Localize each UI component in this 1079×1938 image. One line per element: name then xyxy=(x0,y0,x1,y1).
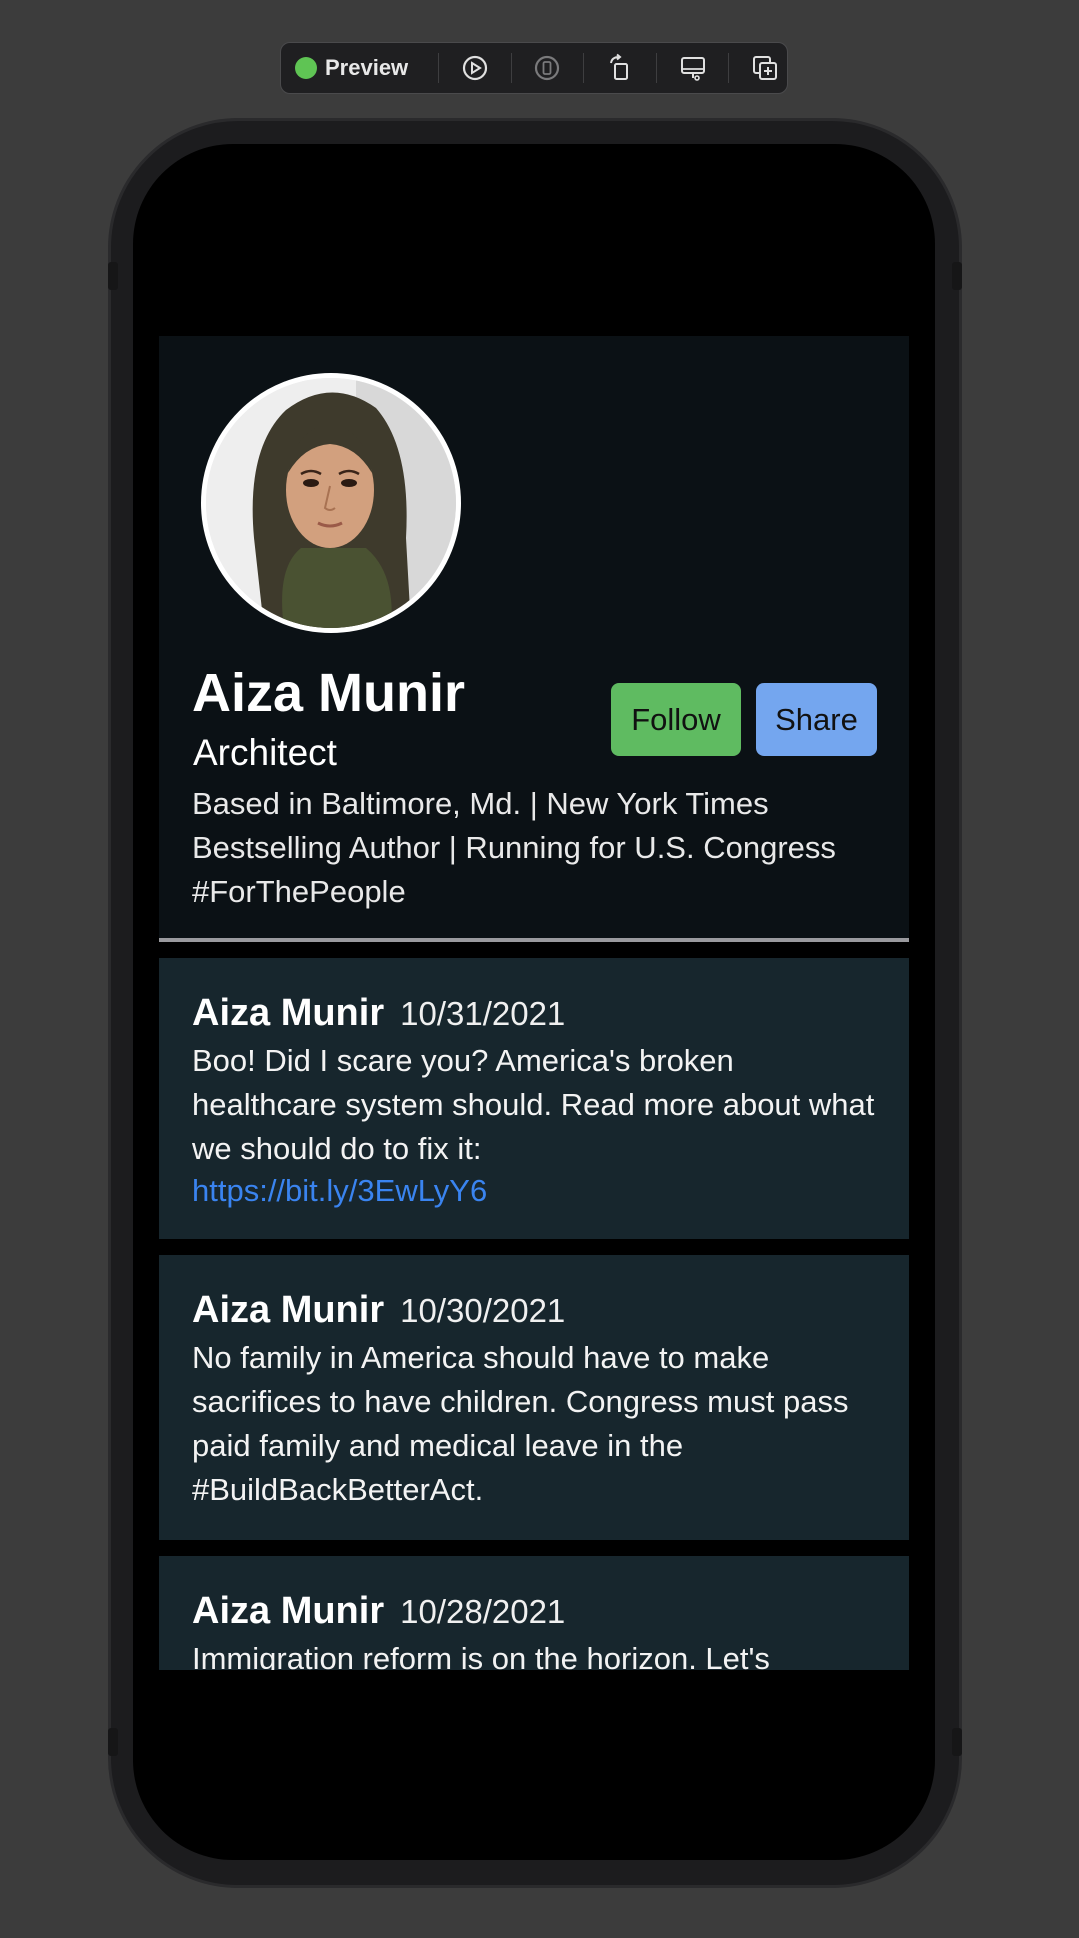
post-author: Aiza Munir xyxy=(192,992,385,1034)
avatar-photo xyxy=(206,378,456,628)
post-card[interactable]: Aiza Munir 10/30/2021 No family in Ameri… xyxy=(159,1255,909,1540)
profile-header: Aiza Munir Architect Based in Baltimore,… xyxy=(159,336,909,938)
play-icon xyxy=(462,55,487,81)
post-link[interactable]: https://bit.ly/3EwLyY6 xyxy=(192,1171,876,1211)
device-icon xyxy=(535,55,560,81)
device-button[interactable] xyxy=(526,48,570,88)
profile-bio: Based in Baltimore, Md. | New York Times… xyxy=(192,786,836,909)
post-header: Aiza Munir 10/31/2021 xyxy=(192,992,876,1035)
preview-status[interactable]: Preview xyxy=(295,55,424,81)
profile-app: Aiza Munir Architect Based in Baltimore,… xyxy=(159,336,909,1670)
post-author: Aiza Munir xyxy=(192,1590,385,1632)
preview-toolbar: Preview xyxy=(280,42,788,94)
post-body: Immigration reform is on the horizon. Le… xyxy=(192,1641,770,1670)
device-side-button-left-bottom xyxy=(108,1728,118,1756)
preview-label: Preview xyxy=(325,55,409,80)
profile-role: Architect xyxy=(193,732,337,773)
duplicate-icon xyxy=(753,56,778,80)
play-button[interactable] xyxy=(453,48,497,88)
live-status-dot xyxy=(295,57,317,79)
rotate-icon xyxy=(609,53,628,80)
follow-button[interactable]: Follow xyxy=(611,683,741,756)
post-body: Boo! Did I scare you? America's broken h… xyxy=(192,1043,875,1166)
display-settings-button[interactable] xyxy=(671,48,715,88)
device-side-button-right xyxy=(952,262,962,290)
toolbar-divider xyxy=(655,53,657,83)
device-screen: Aiza Munir Architect Based in Baltimore,… xyxy=(133,144,935,1860)
post-author: Aiza Munir xyxy=(192,1289,385,1331)
avatar xyxy=(201,373,461,633)
profile-name: Aiza Munir xyxy=(192,663,466,723)
toolbar-divider xyxy=(437,53,439,83)
duplicate-button[interactable] xyxy=(743,48,787,88)
display-settings-icon xyxy=(680,57,705,81)
rotate-button[interactable] xyxy=(598,48,642,88)
post-body: No family in America should have to make… xyxy=(192,1340,849,1507)
toolbar-divider xyxy=(510,53,512,83)
post-date: 10/30/2021 xyxy=(400,1292,566,1329)
toolbar-divider xyxy=(583,53,585,83)
device-side-button-right-bottom xyxy=(952,1728,962,1756)
post-date: 10/28/2021 xyxy=(400,1593,566,1630)
share-button[interactable]: Share xyxy=(756,683,877,756)
post-header: Aiza Munir 10/30/2021 xyxy=(192,1289,876,1332)
post-header: Aiza Munir 10/28/2021 xyxy=(192,1590,876,1633)
post-date: 10/31/2021 xyxy=(400,995,566,1032)
profile-divider xyxy=(159,938,909,942)
post-card[interactable]: Aiza Munir 10/28/2021 Immigration reform… xyxy=(159,1556,909,1670)
toolbar-divider xyxy=(728,53,730,83)
device-side-button-left xyxy=(108,262,118,290)
post-card[interactable]: Aiza Munir 10/31/2021 Boo! Did I scare y… xyxy=(159,958,909,1239)
